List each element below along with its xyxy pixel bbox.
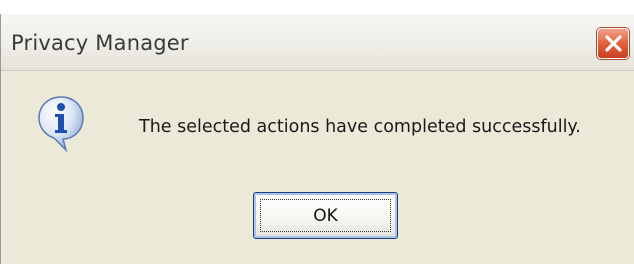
- close-button[interactable]: [597, 28, 629, 59]
- close-icon: [605, 35, 622, 52]
- title-bar[interactable]: Privacy Manager: [1, 14, 634, 71]
- ok-button-label: OK: [260, 199, 391, 232]
- ok-button[interactable]: OK: [253, 192, 398, 239]
- window-title: Privacy Manager: [11, 31, 189, 55]
- dialog-window: Privacy Manager The selected actions hav…: [0, 14, 634, 264]
- dialog-message: The selected actions have completed succ…: [139, 117, 581, 137]
- info-icon: [36, 94, 86, 153]
